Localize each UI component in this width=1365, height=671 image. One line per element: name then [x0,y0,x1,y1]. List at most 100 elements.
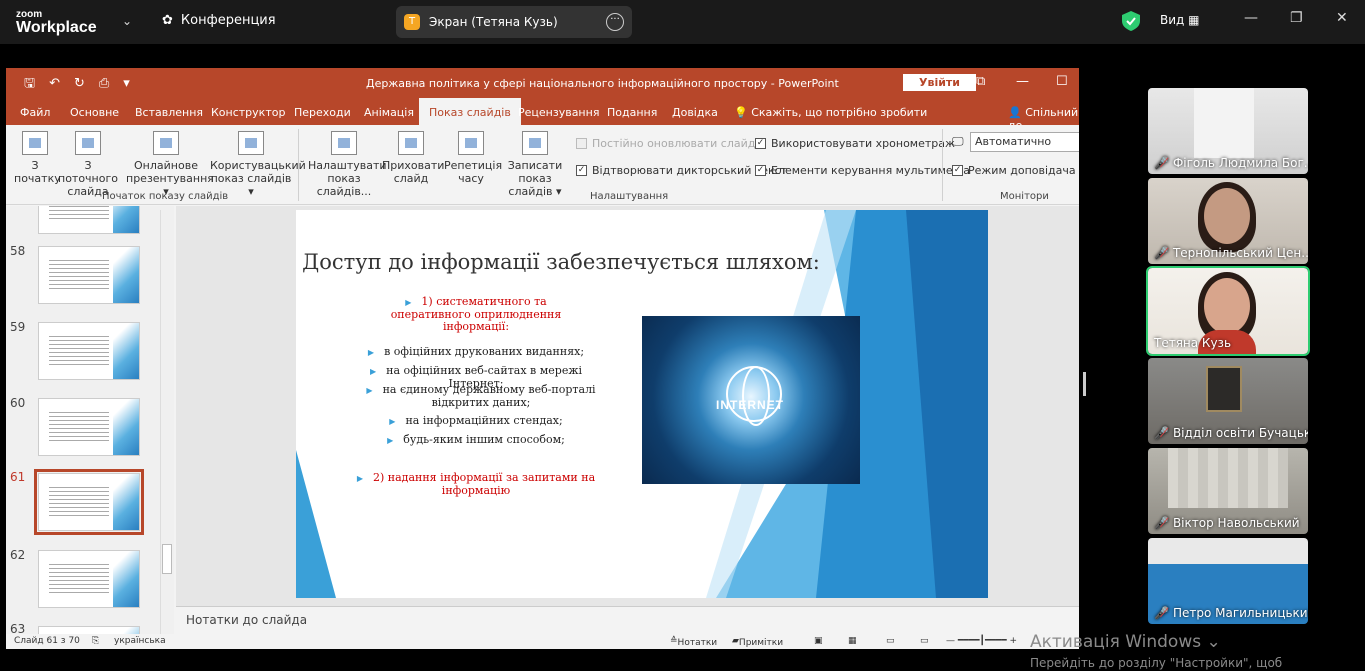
participant-name: 🎤̸ Відділ освіти Бучацьк... [1154,426,1308,440]
custom-show-button[interactable]: Користувацький показ слайдів ▾ [210,129,306,198]
keep-updated-checkbox[interactable]: Постійно оновлювати слайди [576,137,763,150]
globe-icon [153,131,179,155]
checkmark-icon: ✓ [576,165,587,176]
splitter-handle[interactable] [1083,372,1086,396]
normal-view-icon[interactable]: ▣ [814,636,823,646]
participant-tile-active[interactable]: Тетяна Кузь [1146,266,1310,356]
bullet-icon: ▶ [389,417,396,426]
notes-pane[interactable]: Нотатки до слайда [176,606,1079,634]
lbl: Тетяна Кузь [1154,336,1232,350]
participant-tile[interactable]: 🎤̸ Тернопільський Цен... [1148,178,1308,264]
checkmark-icon: ✓ [952,165,963,176]
record-icon [522,131,548,155]
chevron-down-icon[interactable]: ⌄ [122,14,132,28]
video-blinds [1168,448,1288,508]
restore-icon[interactable]: ❐ [1290,10,1303,26]
checkmark-icon: ✓ [755,138,766,149]
tab-review[interactable]: Рецензування [518,106,599,119]
checkbox [576,138,587,149]
setup-show-button[interactable]: Налаштувати показ слайдів... [308,129,387,198]
thumbnail-59[interactable] [38,322,140,380]
slide-number: 59 [10,320,26,334]
tab-view[interactable]: Подання [607,106,657,119]
lbl: слайдів ▾ [508,185,562,198]
slide-item: ▶ будь-яким іншим способом; [366,434,586,447]
status-bar: Слайд 61 з 70 ⎘ українська ≙ Нотатки ▰ П… [6,634,1079,649]
zoom-slider[interactable]: — ━━━━┃━━━━ + [946,636,1017,646]
slide-item: ▶ в офіційних друкованих виданнях; [366,346,586,359]
tab-file[interactable]: Файл [20,106,50,119]
hide-slide-button[interactable]: Приховати слайд [382,129,444,185]
scroll-thumb[interactable] [162,544,172,574]
person-icon: 👤 [1008,106,1022,119]
notes-toggle[interactable]: ≙ Нотатки [670,636,717,648]
thumbnail-57[interactable] [38,206,140,234]
participant-tile[interactable]: 🎤̸ Віктор Навольський [1148,448,1308,534]
tab-transitions[interactable]: Переходи [294,106,351,119]
participant-tile[interactable]: 🎤̸ Петро Магильницький [1148,538,1308,624]
chevron-down-icon: ⌄ [1206,632,1221,652]
participant-tile[interactable]: 🎤̸ Фіголь Людмила Бог... [1148,88,1308,174]
tab-insert[interactable]: Вставлення [135,106,203,119]
thumbnail-scrollbar[interactable] [160,210,172,634]
timings-checkbox[interactable]: ✓ Використовувати хронометраж [755,137,955,150]
lbl: Тернопільський Цен... [1172,246,1308,260]
thumbnail-63[interactable] [38,626,140,634]
comments-toggle[interactable]: ▰ Примітки [732,636,783,648]
lbl: початку [14,172,61,185]
monitor-select[interactable]: Автоматично [970,132,1079,152]
tab-design[interactable]: Конструктор [211,106,285,119]
thumbnail-62[interactable] [38,550,140,608]
bullet-icon: ▶ [387,436,394,445]
thumbnail-58[interactable] [38,246,140,304]
tab-help[interactable]: Довідка [672,106,718,119]
people-icon: ✿ [162,13,173,28]
shield-icon[interactable] [1122,11,1140,31]
group-label: Монітори [1000,191,1049,202]
minimize-icon[interactable]: — [1016,74,1029,89]
ribbon-display-icon[interactable]: ⧉ [976,74,985,89]
quick-access[interactable]: 🖫↶↻⎙▾ [24,74,144,96]
lbl: Налаштувати [308,159,387,172]
lbl: Активація Windows [1030,632,1202,652]
close-icon[interactable]: ✕ [1336,10,1348,26]
timer-icon [458,131,484,155]
view-button[interactable]: Вид ▦ [1160,13,1199,27]
divider [298,129,299,201]
participant-tile[interactable]: 🎤̸ Відділ освіти Бучацьк... [1148,358,1308,444]
present-online-button[interactable]: Онлайнове презентування ▾ [126,129,214,198]
presenter-view-checkbox[interactable]: ✓ Режим доповідача [952,164,1076,177]
muted-mic-icon: 🎤̸ [1154,516,1169,530]
tab-home[interactable]: Основне [70,106,119,119]
record-button[interactable]: Записати показ слайдів ▾ [496,129,574,198]
from-beginning-button[interactable]: Зпочатку [14,129,61,185]
from-current-button[interactable]: З поточного слайда [56,129,120,198]
login-button[interactable]: Увійти [903,74,977,91]
tell-me[interactable]: 💡 Скажіть, що потрібно зробити [734,106,927,119]
txt: будь-яким іншим способом; [403,433,565,446]
thumbnail-60[interactable] [38,398,140,456]
tab-animations[interactable]: Анімація [364,106,414,119]
rehearse-button[interactable]: Репетиція часу [444,129,502,185]
language[interactable]: українська [114,636,166,646]
current-slide[interactable]: Доступ до інформації забезпечується шлях… [296,210,988,598]
thumb-text [49,409,109,443]
slide-canvas: Доступ до інформації забезпечується шлях… [176,206,1079,606]
spellcheck-icon[interactable]: ⎘ [92,636,99,646]
muted-mic-icon: 🎤̸ [1154,426,1169,440]
tab-slideshow[interactable]: Показ слайдів [419,98,521,125]
reading-view-icon[interactable]: ▭ [886,636,895,646]
play-current-icon [75,131,101,155]
lbl: Петро Магильницький [1172,606,1308,620]
media-checkbox[interactable]: ✓ Елементи керування мультимедіа [755,164,970,177]
share-indicator[interactable]: T Экран (Тетяна Кузь) ··· [396,6,632,38]
sorter-view-icon[interactable]: ▦ [848,636,857,646]
minimize-icon[interactable]: — [1244,10,1258,26]
muted-mic-icon: 🎤̸ [1154,156,1169,170]
maximize-icon[interactable]: ☐ [1056,74,1068,89]
slideshow-icon[interactable]: ▭ [920,636,929,646]
more-icon[interactable]: ··· [606,13,624,31]
thumbnail-61[interactable] [34,469,144,535]
custom-show-icon [238,131,264,155]
meeting-button[interactable]: ✿ Конференция [162,13,276,28]
